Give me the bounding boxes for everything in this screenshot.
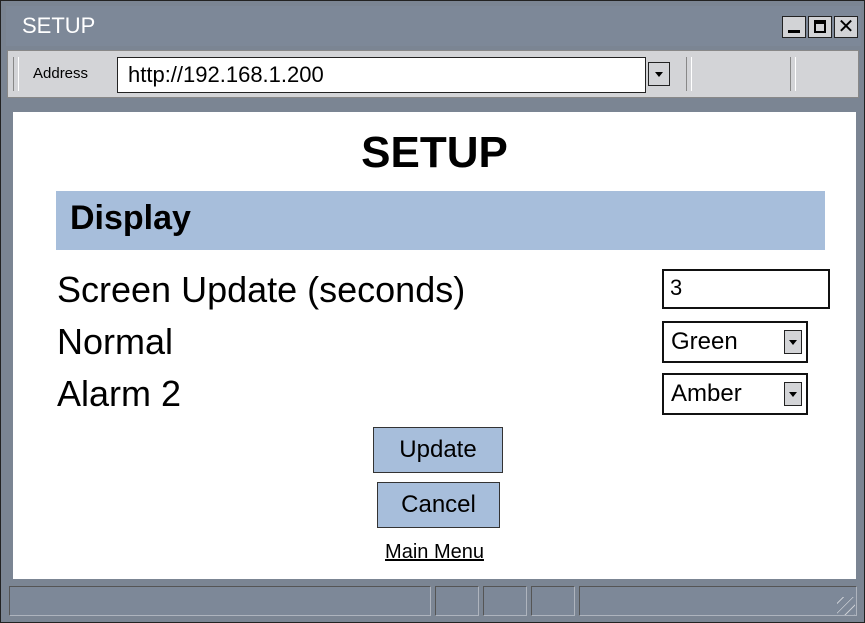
normal-label: Normal: [57, 321, 174, 362]
url-input[interactable]: http://192.168.1.200: [117, 57, 646, 93]
alarm2-color-select[interactable]: Amber: [662, 373, 808, 415]
title-bar: SETUP ✕: [6, 6, 861, 46]
close-button[interactable]: ✕: [834, 16, 858, 38]
update-button[interactable]: Update: [373, 427, 503, 473]
cancel-button[interactable]: Cancel: [377, 482, 500, 528]
status-pane: [531, 586, 575, 616]
maximize-icon: [809, 17, 831, 37]
address-bar: Address http://192.168.1.200: [7, 50, 859, 98]
window-controls: ✕: [782, 16, 858, 38]
main-menu-link[interactable]: Main Menu: [13, 541, 856, 564]
alarm2-color-value: Amber: [671, 380, 742, 407]
dropdown-arrow-icon: [655, 72, 663, 77]
minimize-icon: [783, 17, 805, 37]
close-icon: ✕: [837, 16, 855, 38]
screen-update-label: Screen Update (seconds): [57, 269, 466, 310]
status-pane: [579, 586, 857, 616]
toolbar-grip[interactable]: [790, 57, 796, 91]
screen-update-input[interactable]: 3: [662, 269, 830, 309]
browser-window: SETUP ✕ Address http://192.168.1.200 SET…: [0, 0, 865, 623]
page-title: SETUP: [361, 128, 508, 177]
status-pane: [483, 586, 527, 616]
normal-color-value: Green: [671, 328, 738, 355]
normal-color-select[interactable]: Green: [662, 321, 808, 363]
dropdown-arrow-icon: [789, 392, 797, 397]
status-pane: [9, 586, 431, 616]
status-pane: [435, 586, 479, 616]
resize-grip-icon[interactable]: [837, 597, 855, 615]
toolbar-grip[interactable]: [13, 57, 19, 91]
alarm2-label: Alarm 2: [57, 373, 182, 414]
dropdown-arrow-icon: [789, 340, 797, 345]
url-dropdown-button[interactable]: [648, 62, 670, 86]
normal-select-button[interactable]: [784, 330, 802, 354]
status-bar: [7, 584, 859, 619]
toolbar-grip[interactable]: [686, 57, 692, 91]
section-title: Display: [70, 199, 191, 237]
page-content: SETUP Display Screen Update (seconds) 3 …: [13, 112, 856, 579]
alarm2-select-button[interactable]: [784, 382, 802, 406]
section-header: Display: [56, 191, 825, 250]
window-title: SETUP: [22, 13, 96, 38]
minimize-button[interactable]: [782, 16, 806, 38]
address-label: Address: [33, 65, 89, 82]
maximize-button[interactable]: [808, 16, 832, 38]
